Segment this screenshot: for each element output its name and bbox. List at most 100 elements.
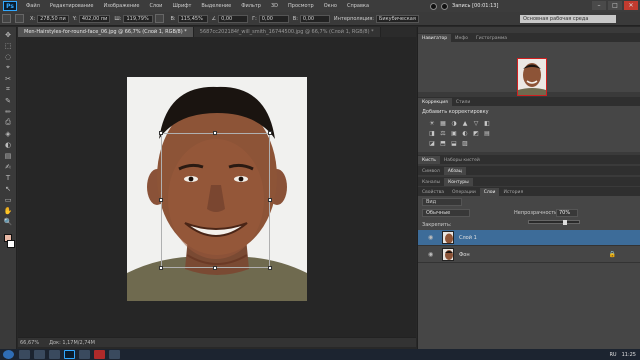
height-field[interactable]: 115,45% (177, 14, 208, 23)
tab-brush[interactable]: Кисть (418, 156, 440, 164)
posterize-icon[interactable]: ◪ (428, 140, 436, 147)
background-color-swatch[interactable] (6, 240, 15, 248)
hue-icon[interactable]: ◧ (483, 120, 491, 127)
gradient-map-icon[interactable]: ⬓ (450, 140, 458, 147)
language-indicator[interactable]: RU (609, 352, 616, 358)
type-tool-icon[interactable]: T (3, 173, 14, 182)
shape-tool-icon[interactable]: ▭ (3, 195, 14, 204)
zoom-level[interactable]: 66,67% (20, 340, 39, 346)
tab-actions[interactable]: Операции (448, 188, 480, 196)
transform-handle-left[interactable] (159, 198, 163, 202)
eraser-tool-icon[interactable]: ◐ (3, 140, 14, 149)
record-stop-icon[interactable] (430, 2, 437, 10)
document-tab-active[interactable]: Men-Hairstyles-for-round-face_06.jpg @ 6… (18, 27, 194, 37)
record-pause-icon[interactable] (441, 2, 448, 10)
tab-navigator[interactable]: Навигатор (418, 34, 452, 42)
layer-row[interactable]: ◉ Фон 🔒 (418, 247, 640, 263)
menu-view[interactable]: Просмотр (283, 3, 319, 9)
lasso-tool-icon[interactable]: ◌ (3, 52, 14, 61)
menu-image[interactable]: Изображение (98, 3, 144, 9)
history-brush-tool-icon[interactable]: ◈ (3, 129, 14, 138)
marquee-tool-icon[interactable]: ⬚ (3, 41, 14, 50)
threshold-icon[interactable]: ⬒ (439, 140, 447, 147)
visibility-eye-icon[interactable]: ◉ (428, 234, 438, 241)
transform-handle-bottom-right[interactable] (268, 266, 272, 270)
quick-select-tool-icon[interactable]: ⌖ (3, 63, 14, 72)
workspace-select[interactable]: Основная рабочая среда (520, 15, 616, 23)
link-icon[interactable] (155, 14, 165, 23)
menu-edit[interactable]: Редактирование (45, 3, 99, 9)
tab-layers[interactable]: Слои (479, 188, 500, 196)
transform-handle-top[interactable] (213, 131, 217, 135)
app-taskbar-icon[interactable] (79, 350, 90, 359)
media-taskbar-icon[interactable] (49, 350, 60, 359)
menu-filter[interactable]: Фильтр (236, 3, 266, 9)
h-skew-field[interactable]: 0,00 (258, 14, 289, 23)
color-lookup-icon[interactable]: ◩ (472, 130, 480, 137)
channel-mixer-icon[interactable]: ◐ (461, 130, 469, 137)
tab-brush-presets[interactable]: Наборы кистей (440, 156, 484, 164)
browser-taskbar-icon[interactable] (34, 350, 45, 359)
opacity-field[interactable]: 70% (556, 209, 578, 217)
opacity-slider-thumb[interactable] (563, 220, 567, 225)
move-tool-icon[interactable]: ✥ (3, 30, 14, 39)
brightness-icon[interactable]: ☀ (428, 120, 436, 127)
canvas-area[interactable] (18, 37, 416, 337)
tab-correction[interactable]: Коррекция (418, 98, 452, 106)
crop-tool-icon[interactable]: ✂ (3, 74, 14, 83)
color-balance-icon[interactable]: ◨ (428, 130, 436, 137)
opacity-slider[interactable] (528, 220, 580, 225)
transform-tool-icon[interactable] (2, 14, 11, 23)
transform-handle-bottom[interactable] (213, 266, 217, 270)
reference-point-icon[interactable] (15, 14, 24, 23)
tab-info[interactable]: Инфо (451, 34, 472, 42)
transform-handle-top-right[interactable] (268, 131, 272, 135)
eyedropper-tool-icon[interactable]: ⌗ (3, 85, 14, 94)
transform-handle-bottom-left[interactable] (159, 266, 163, 270)
tab-properties[interactable]: Свойства (418, 188, 448, 196)
menu-help[interactable]: Справка (342, 3, 374, 9)
tab-histogram[interactable]: Гистограмма (472, 34, 511, 42)
black-white-icon[interactable]: ⚖ (439, 130, 447, 137)
blend-mode-select[interactable]: Обычные (422, 209, 470, 217)
path-select-tool-icon[interactable]: ↖ (3, 184, 14, 193)
hand-tool-icon[interactable]: ✋ (3, 206, 14, 215)
gradient-tool-icon[interactable]: ▤ (3, 151, 14, 160)
healing-tool-icon[interactable]: ✎ (3, 96, 14, 105)
tab-channels[interactable]: Каналы (418, 178, 444, 186)
layer-kind-filter[interactable]: Вид (422, 198, 462, 206)
app-taskbar-icon[interactable] (109, 350, 120, 359)
zoom-tool-icon[interactable]: 🔍 (3, 217, 14, 226)
menu-layers[interactable]: Слои (144, 3, 167, 9)
tab-history[interactable]: История (499, 188, 527, 196)
tab-paragraph[interactable]: Абзац (443, 167, 466, 175)
menu-3d[interactable]: 3D (266, 3, 283, 9)
interpolation-select[interactable]: Бикубическая (375, 14, 419, 23)
curves-icon[interactable]: ◑ (450, 120, 458, 127)
tab-styles[interactable]: Стили (452, 98, 475, 106)
close-button[interactable]: ✕ (624, 1, 638, 10)
width-field[interactable]: 119,79% (123, 14, 154, 23)
layer-row-selected[interactable]: ◉ Слой 1 (418, 230, 640, 246)
photoshop-taskbar-icon[interactable] (64, 350, 75, 359)
exposure-icon[interactable]: ▲ (461, 120, 469, 127)
pen-tool-icon[interactable]: ✍ (3, 162, 14, 171)
y-field[interactable]: 402,00 пи (78, 14, 111, 23)
maximize-button[interactable]: □ (608, 1, 622, 10)
menu-window[interactable]: Окно (319, 3, 342, 9)
document-tab[interactable]: 5687cc202184f_will_smith_16744500.jpg @ … (193, 27, 381, 37)
layer-name[interactable]: Слой 1 (459, 235, 477, 241)
free-transform-box[interactable] (159, 131, 272, 270)
tab-character[interactable]: Символ (418, 167, 444, 175)
clock[interactable]: 11:25 (622, 352, 636, 358)
brush-tool-icon[interactable]: ✏ (3, 107, 14, 116)
layer-name[interactable]: Фон (459, 252, 470, 258)
selective-color-icon[interactable]: ▨ (461, 140, 469, 147)
recorder-taskbar-icon[interactable] (94, 350, 105, 359)
levels-icon[interactable]: ▦ (439, 120, 447, 127)
vibrance-icon[interactable]: ▽ (472, 120, 480, 127)
menu-file[interactable]: Файл (21, 3, 45, 9)
navigator-thumbnail[interactable] (517, 58, 547, 96)
invert-icon[interactable]: ▤ (483, 130, 491, 137)
menu-select[interactable]: Выделение (196, 3, 236, 9)
